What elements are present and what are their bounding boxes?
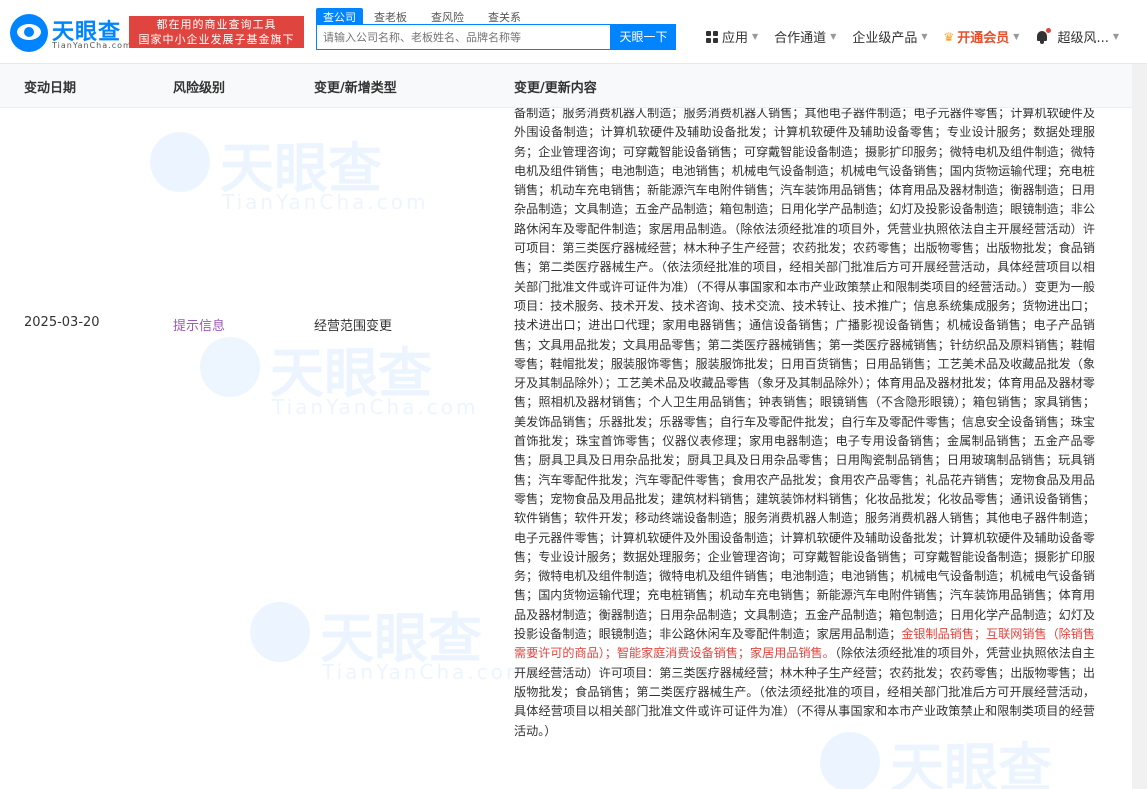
tianyancha-logo-icon[interactable] (10, 14, 48, 52)
chevron-down-icon: ▼ (1013, 32, 1020, 41)
row-risk-level[interactable]: 提示信息 (173, 315, 225, 334)
notification-dot (1046, 27, 1052, 33)
slogan-line2: 国家中小企业发展子基金旗下机构 (138, 33, 295, 61)
change-record-table: 天眼查 TianYanCha.com 天眼查 TianYanCha.com 天眼查 T… (0, 64, 1132, 789)
header-content: 变更/更新内容 (514, 81, 597, 96)
header-type: 变更/新增类型 (314, 81, 397, 96)
top-header: 天眼查 TianYanCha.com 都在用的商业查询工具 国家中小企业发展子基… (0, 0, 1147, 64)
slogan-line1: 都在用的商业查询工具 (156, 18, 277, 31)
search-input[interactable] (316, 24, 611, 50)
nav-cooperation-label: 合作通道 (774, 31, 827, 46)
chevron-down-icon: ▼ (752, 32, 759, 41)
crown-icon: ♛ (943, 29, 955, 44)
nav-vip-label: 开通会员 (957, 31, 1010, 46)
page-scrollbar[interactable] (1132, 64, 1147, 789)
content-text: 备制造；服务消费机器人制造；服务消费机器人销售；其他电子器件制造；电子元器件零售… (514, 106, 1095, 642)
header-risk: 风险级别 (173, 81, 226, 96)
apps-grid-icon (706, 30, 718, 43)
top-nav: 应用 ▼ 合作通道 ▼ 企业级产品 ▼ ♛ 开通会员 ▼ 超级风... ▼ (706, 27, 1135, 46)
notification-bell-icon[interactable] (1035, 27, 1052, 44)
row-change-type: 经营范围变更 (314, 319, 393, 334)
chevron-down-icon: ▼ (1112, 32, 1120, 41)
row-date: 2025-03-20 (24, 315, 100, 330)
nav-enterprise[interactable]: 企业级产品 ▼ (852, 27, 927, 46)
nav-apps-label: 应用 (722, 31, 749, 46)
nav-user[interactable]: 超级风... ▼ (1057, 27, 1119, 46)
slogan-banner: 都在用的商业查询工具 国家中小企业发展子基金旗下机构 (129, 16, 304, 61)
nav-vip[interactable]: ♛ 开通会员 ▼ (943, 27, 1020, 47)
table-header: 变动日期 风险级别 变更/新增类型 变更/更新内容 (0, 64, 1132, 108)
header-date: 变动日期 (24, 81, 77, 96)
nav-apps[interactable]: 应用 ▼ (706, 27, 758, 46)
chevron-down-icon: ▼ (830, 32, 837, 41)
chevron-down-icon: ▼ (921, 32, 928, 41)
search-button[interactable]: 天眼一下 (611, 24, 676, 50)
nav-cooperation[interactable]: 合作通道 ▼ (774, 27, 836, 46)
change-content: 备制造；服务消费机器人制造；服务消费机器人销售；其他电子器件制造；电子元器件零售… (514, 104, 1095, 741)
brand-domain: TianYanCha.com (52, 41, 132, 50)
nav-enterprise-label: 企业级产品 (852, 31, 918, 46)
nav-user-label: 超级风... (1057, 31, 1109, 46)
